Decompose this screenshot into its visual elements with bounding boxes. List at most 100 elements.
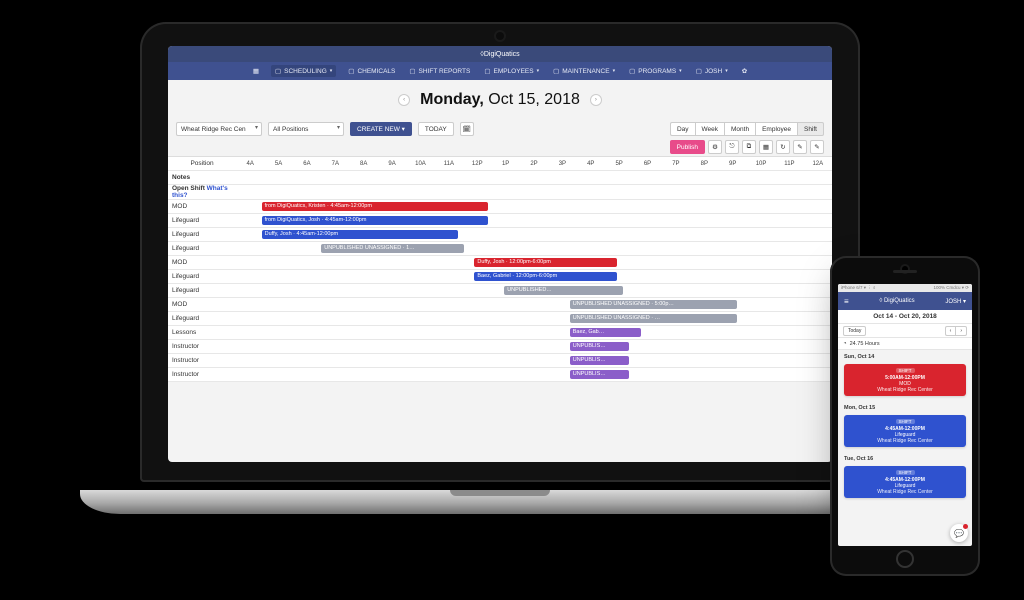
bar-track: UNPUBLISHED UNASSIGNED · 1… (236, 243, 832, 254)
nav-settings-icon[interactable]: ✿ (740, 67, 749, 75)
shift-bar[interactable]: Baez, Gab… (570, 328, 642, 337)
prev-day-button[interactable]: ‹ (398, 94, 410, 106)
bar-track: UNPUBLIS… (236, 341, 832, 352)
view-day-button[interactable]: Day (670, 122, 695, 136)
position-label: Lifeguard (168, 287, 236, 294)
hour-9A: 9A (378, 161, 406, 167)
shift-row: InstructorUNPUBLIS… (168, 354, 832, 368)
hour-2P: 2P (520, 161, 548, 167)
mobile-prev-button[interactable]: ‹ (945, 326, 956, 336)
view-shift-button[interactable]: Shift (797, 122, 824, 136)
view-employee-button[interactable]: Employee (755, 122, 797, 136)
toolbar-icon-1[interactable]: ⎋ (725, 140, 739, 154)
view-month-button[interactable]: Month (724, 122, 755, 136)
hour-1P: 1P (491, 161, 519, 167)
shift-bar[interactable]: UNPUBLISHED UNASSIGNED · 1… (321, 244, 464, 253)
shift-bar[interactable]: UNPUBLIS… (570, 370, 630, 379)
nav-maintenance[interactable]: ▢ MAINTENANCE ▾ (551, 67, 617, 75)
shift-row: LifeguardDuffy, Josh · 4:45am-12:00pm (168, 228, 832, 242)
publish-button[interactable]: Publish (670, 140, 705, 154)
view-week-button[interactable]: Week (695, 122, 725, 136)
notes-label: Notes (168, 174, 236, 181)
toolbar-icon-5[interactable]: ✎ (793, 140, 807, 154)
nav-chemicals[interactable]: ▢ CHEMICALS (346, 67, 397, 75)
nav-programs[interactable]: ▢ PROGRAMS ▾ (627, 67, 684, 75)
hour-3P: 3P (548, 161, 576, 167)
shift-bar[interactable]: UNPUBLISHED… (504, 286, 623, 295)
laptop-base (80, 490, 920, 514)
position-select[interactable]: All Positions (268, 122, 344, 136)
mobile-day-label: Mon, Oct 15 (838, 401, 972, 413)
nav-scheduling[interactable]: ▢ SCHEDULING ▾ (271, 65, 336, 77)
mobile-total-hours: ◔ 24.75 Hours (838, 338, 972, 350)
create-new-button[interactable]: CREATE NEW ▾ (350, 122, 412, 136)
shift-bar[interactable]: from DigiQuatics, Josh · 4:45am-12:00pm (262, 216, 488, 225)
toolbar-icon-2[interactable]: ⧉ (742, 140, 756, 154)
hour-11P: 11P (775, 161, 803, 167)
bar-track: Baez, Gabriel · 12:00pm-6:00pm (236, 271, 832, 282)
bar-track: from DigiQuatics, Josh · 4:45am-12:00pm (236, 215, 832, 226)
shift-bar[interactable]: Duffy, Josh · 4:45am-12:00pm (262, 230, 459, 239)
toolbar-icon-0[interactable]: ⚙ (708, 140, 722, 154)
bar-track: UNPUBLIS… (236, 369, 832, 380)
position-label: Lifeguard (168, 245, 236, 252)
shift-bar[interactable]: UNPUBLIS… (570, 356, 630, 365)
mobile-user-menu[interactable]: JOSH ▾ (945, 298, 966, 305)
toolbar-icon-6[interactable]: ✎ (810, 140, 824, 154)
shift-bar[interactable]: UNPUBLIS… (570, 342, 630, 351)
phone-mockup: iPhone 6/7 ▾ ⋮ ⌕ 100% Cmdcu ▾ ⟳ ≡ ◊ Digi… (830, 256, 980, 576)
nav-josh[interactable]: ▢ JOSH ▾ (694, 67, 730, 75)
position-label: MOD (168, 301, 236, 308)
mobile-shift-card[interactable]: SHIFT4:45AM-12:00PMLifeguardWheat Ridge … (844, 415, 966, 447)
location-select[interactable]: Wheat Ridge Rec Cen (176, 122, 262, 136)
laptop-bezel: ◊ DigiQuatics ▦ ▢ SCHEDULING ▾▢ CHEMICAL… (140, 22, 860, 482)
shift-row: MOD UNPUBLISHED UNASSIGNED · 5:00p… (168, 298, 832, 312)
status-left: iPhone 6/7 ▾ ⋮ ⌕ (841, 285, 876, 291)
hour-6P: 6P (633, 161, 661, 167)
home-button-icon (896, 550, 914, 568)
shift-bar[interactable]: Duffy, Josh · 12:00pm-6:00pm (474, 258, 617, 267)
hamburger-icon[interactable]: ≡ (844, 297, 849, 306)
today-button[interactable]: TODAY (418, 122, 454, 136)
mobile-app: iPhone 6/7 ▾ ⋮ ⌕ 100% Cmdcu ▾ ⟳ ≡ ◊ Digi… (838, 284, 972, 546)
time-header: Position 4A5A6A7A8A9A10A11A12P1P2P3P4P5P… (168, 157, 832, 171)
calendar-icon[interactable]: 🗓 (460, 122, 474, 136)
mobile-next-button[interactable]: › (955, 326, 967, 336)
shift-row: Instructor UNPUBLIS… (168, 340, 832, 354)
hour-4P: 4P (577, 161, 605, 167)
position-label: Lifeguard (168, 315, 236, 322)
position-label: MOD (168, 203, 236, 210)
mobile-today-button[interactable]: Today (843, 326, 866, 336)
shift-row: Lifeguard UNPUBLISHED… (168, 284, 832, 298)
toolbar-icon-3[interactable]: ▦ (759, 140, 773, 154)
nav-apps-icon[interactable]: ▦ (251, 67, 261, 75)
toolbar-icon-4[interactable]: ↻ (776, 140, 790, 154)
hour-11A: 11A (435, 161, 463, 167)
shift-bar[interactable]: from DigiQuatics, Kristen · 4:45am-12:00… (262, 202, 488, 211)
bar-track: UNPUBLIS… (236, 355, 832, 366)
mobile-day-label: Tue, Oct 16 (838, 452, 972, 464)
shift-bar[interactable]: UNPUBLISHED UNASSIGNED · 5:00p… (570, 300, 737, 309)
chat-button[interactable]: 💬 (950, 524, 968, 542)
shift-bar[interactable]: Baez, Gabriel · 12:00pm-6:00pm (474, 272, 617, 281)
mobile-shift-card[interactable]: SHIFT5:00AM-12:00PMMODWheat Ridge Rec Ce… (844, 364, 966, 396)
clock-icon: ◔ (843, 341, 847, 347)
position-label: Instructor (168, 343, 236, 350)
status-right: 100% Cmdcu ▾ ⟳ (933, 285, 969, 291)
notes-row: Notes (168, 171, 832, 185)
shift-bar[interactable]: UNPUBLISHED UNASSIGNED · … (570, 314, 737, 323)
next-day-button[interactable]: › (590, 94, 602, 106)
position-label: Lifeguard (168, 273, 236, 280)
hour-7P: 7P (662, 161, 690, 167)
bar-track: UNPUBLISHED… (236, 285, 832, 296)
nav-shift-reports[interactable]: ▢ SHIFT REPORTS (407, 67, 472, 75)
hour-10P: 10P (747, 161, 775, 167)
hour-9P: 9P (718, 161, 746, 167)
open-shift-row: Open Shift What's this? (168, 185, 832, 200)
bar-track: UNPUBLISHED UNASSIGNED · 5:00p… (236, 299, 832, 310)
mobile-shift-card[interactable]: SHIFT4:45AM-12:00PMLifeguardWheat Ridge … (844, 466, 966, 498)
bar-track: UNPUBLISHED UNASSIGNED · … (236, 313, 832, 324)
nav-employees[interactable]: ▢ EMPLOYEES ▾ (482, 67, 541, 75)
hour-10A: 10A (406, 161, 434, 167)
bar-track: Duffy, Josh · 12:00pm-6:00pm (236, 257, 832, 268)
